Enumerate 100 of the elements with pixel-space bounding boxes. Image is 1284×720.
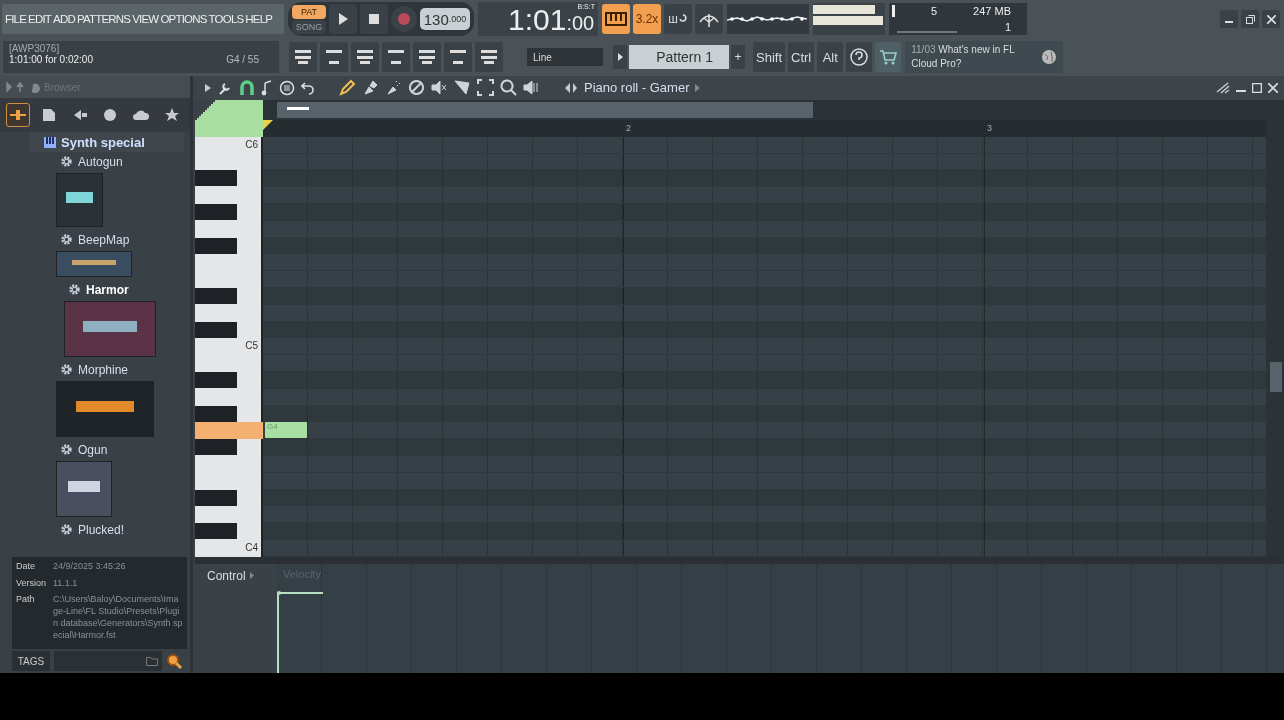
spray-tool-icon[interactable]	[385, 79, 402, 97]
piano-icon	[44, 136, 56, 148]
menu-item[interactable]: VIEW	[132, 13, 159, 25]
plugin-item[interactable]: Morphine	[30, 360, 190, 379]
play-tool-icon[interactable]	[523, 79, 540, 97]
star-icon	[164, 108, 180, 122]
add-pattern-button[interactable]: +	[731, 45, 745, 69]
menu-item[interactable]: OPTIONS	[160, 13, 207, 25]
gear-icon	[60, 363, 73, 376]
help-button[interactable]	[846, 42, 873, 72]
pencil-tool-icon[interactable]	[339, 79, 356, 97]
paint-tool-icon[interactable]	[362, 79, 379, 97]
piano-key[interactable]	[195, 523, 237, 540]
folder-icon	[146, 656, 158, 666]
stop-icon	[369, 14, 379, 24]
folder-item[interactable]: Synth special	[30, 132, 184, 152]
typing-keyboard-button[interactable]	[602, 4, 630, 34]
window-button[interactable]	[413, 42, 441, 72]
window-button[interactable]	[289, 42, 317, 72]
octave-label: C5	[245, 339, 258, 354]
window-icon	[386, 47, 406, 67]
news-panel[interactable]: 11/03 What's new in FL Cloud Pro?	[905, 41, 1064, 73]
slice-tool-icon[interactable]	[454, 79, 471, 97]
arrow-icon	[617, 53, 623, 61]
delete-tool-icon[interactable]	[408, 79, 425, 97]
modifier-key-button[interactable]: Ctrl	[788, 42, 815, 72]
magnet-icon[interactable]	[239, 79, 255, 96]
menu-icon[interactable]	[1216, 81, 1230, 94]
news-text: 11/03 What's new in FL Cloud Pro?	[911, 43, 1016, 71]
search-icon[interactable]	[166, 653, 182, 669]
gear-icon	[60, 523, 73, 536]
snap-dropdown[interactable]: Line	[527, 48, 603, 66]
close-button[interactable]	[1262, 10, 1280, 28]
info-label: Path	[16, 593, 36, 607]
arrow-icon[interactable]	[205, 83, 211, 92]
undo-icon[interactable]	[301, 80, 315, 95]
plugin-item[interactable]: Harmor	[30, 280, 190, 299]
metronome-button[interactable]	[695, 4, 723, 34]
tags-field[interactable]	[54, 651, 162, 671]
stamp-icon[interactable]	[279, 79, 295, 96]
menu-item[interactable]: HELP	[245, 13, 273, 25]
hint-title: [AWP3076]	[9, 43, 60, 54]
zoom-tool-icon[interactable]	[500, 79, 517, 97]
piano-key[interactable]	[195, 170, 237, 187]
plugin-item[interactable]: Ogun	[30, 440, 190, 459]
plugin-item[interactable]: Autogun	[30, 152, 190, 171]
window-button[interactable]	[320, 42, 348, 72]
window-button[interactable]	[382, 42, 410, 72]
close-icon[interactable]	[1268, 82, 1278, 93]
modifier-key-button[interactable]: Shift	[753, 42, 785, 72]
menu-item[interactable]: TOOLS	[208, 13, 244, 25]
play-button[interactable]	[329, 4, 357, 34]
memory-value: 247 MB	[973, 5, 1012, 17]
arrow-icon[interactable]	[695, 83, 701, 92]
loop-icon	[677, 13, 688, 25]
menu-item[interactable]: ADD	[53, 13, 75, 25]
horizontal-scrollbar[interactable]	[263, 99, 1266, 120]
plugin-item[interactable]: BeepMap	[30, 230, 190, 249]
keyboard-icon	[605, 12, 627, 26]
window-button[interactable]	[351, 42, 379, 72]
mode-toggle[interactable]: PAT	[292, 4, 326, 19]
menu-item[interactable]: EDIT	[28, 13, 52, 25]
window-icon	[293, 47, 313, 67]
control-label[interactable]: Control	[207, 568, 246, 583]
pattern-selector[interactable]: Pattern 1	[629, 45, 729, 69]
scrollbar-thumb[interactable]	[277, 101, 813, 118]
octave-label: C4	[245, 541, 258, 555]
piano-key[interactable]	[195, 439, 237, 456]
piano-key[interactable]	[195, 405, 237, 422]
note-color-swatch[interactable]	[195, 99, 263, 137]
gear-icon	[60, 443, 73, 456]
note-icon[interactable]	[261, 79, 273, 96]
restore-button[interactable]	[1241, 10, 1259, 28]
window-button[interactable]	[475, 42, 503, 72]
piano-key[interactable]	[195, 321, 237, 338]
pattern-arrow-button[interactable]	[613, 45, 627, 69]
vertical-scrollbar-thumb[interactable]	[1270, 361, 1282, 392]
select-tool-icon[interactable]	[477, 79, 494, 97]
window-button[interactable]	[444, 42, 472, 72]
stop-button[interactable]	[360, 4, 388, 34]
browser-all-tab[interactable]	[6, 103, 30, 127]
menu-item[interactable]: PATTERNS	[77, 13, 131, 25]
piano-keyboard[interactable]: C6 C5 C4	[195, 136, 263, 557]
info-value: 24/9/2025 3:45:26	[53, 560, 127, 573]
piano-key[interactable]	[195, 237, 237, 254]
menu-item[interactable]: FILE	[5, 13, 27, 25]
tags-button[interactable]: TAGS	[12, 651, 50, 671]
restore-icon[interactable]	[1252, 82, 1262, 93]
piano-key[interactable]	[195, 489, 237, 506]
world-icon	[102, 108, 119, 122]
mute-tool-icon[interactable]	[431, 79, 448, 97]
shop-button[interactable]	[875, 42, 902, 72]
modifier-key-button[interactable]: Alt	[817, 42, 844, 72]
minimize-button[interactable]	[1220, 10, 1238, 28]
velocity-bar[interactable]	[277, 589, 323, 673]
mode-toggle[interactable]: SONG	[292, 19, 326, 34]
tempo-field[interactable]: 130.000	[420, 8, 470, 30]
loop-record-toggle[interactable]: ш	[664, 4, 692, 34]
speed-toggle[interactable]: 3.2x	[633, 4, 661, 34]
plugin-item[interactable]: Plucked!	[30, 520, 190, 539]
